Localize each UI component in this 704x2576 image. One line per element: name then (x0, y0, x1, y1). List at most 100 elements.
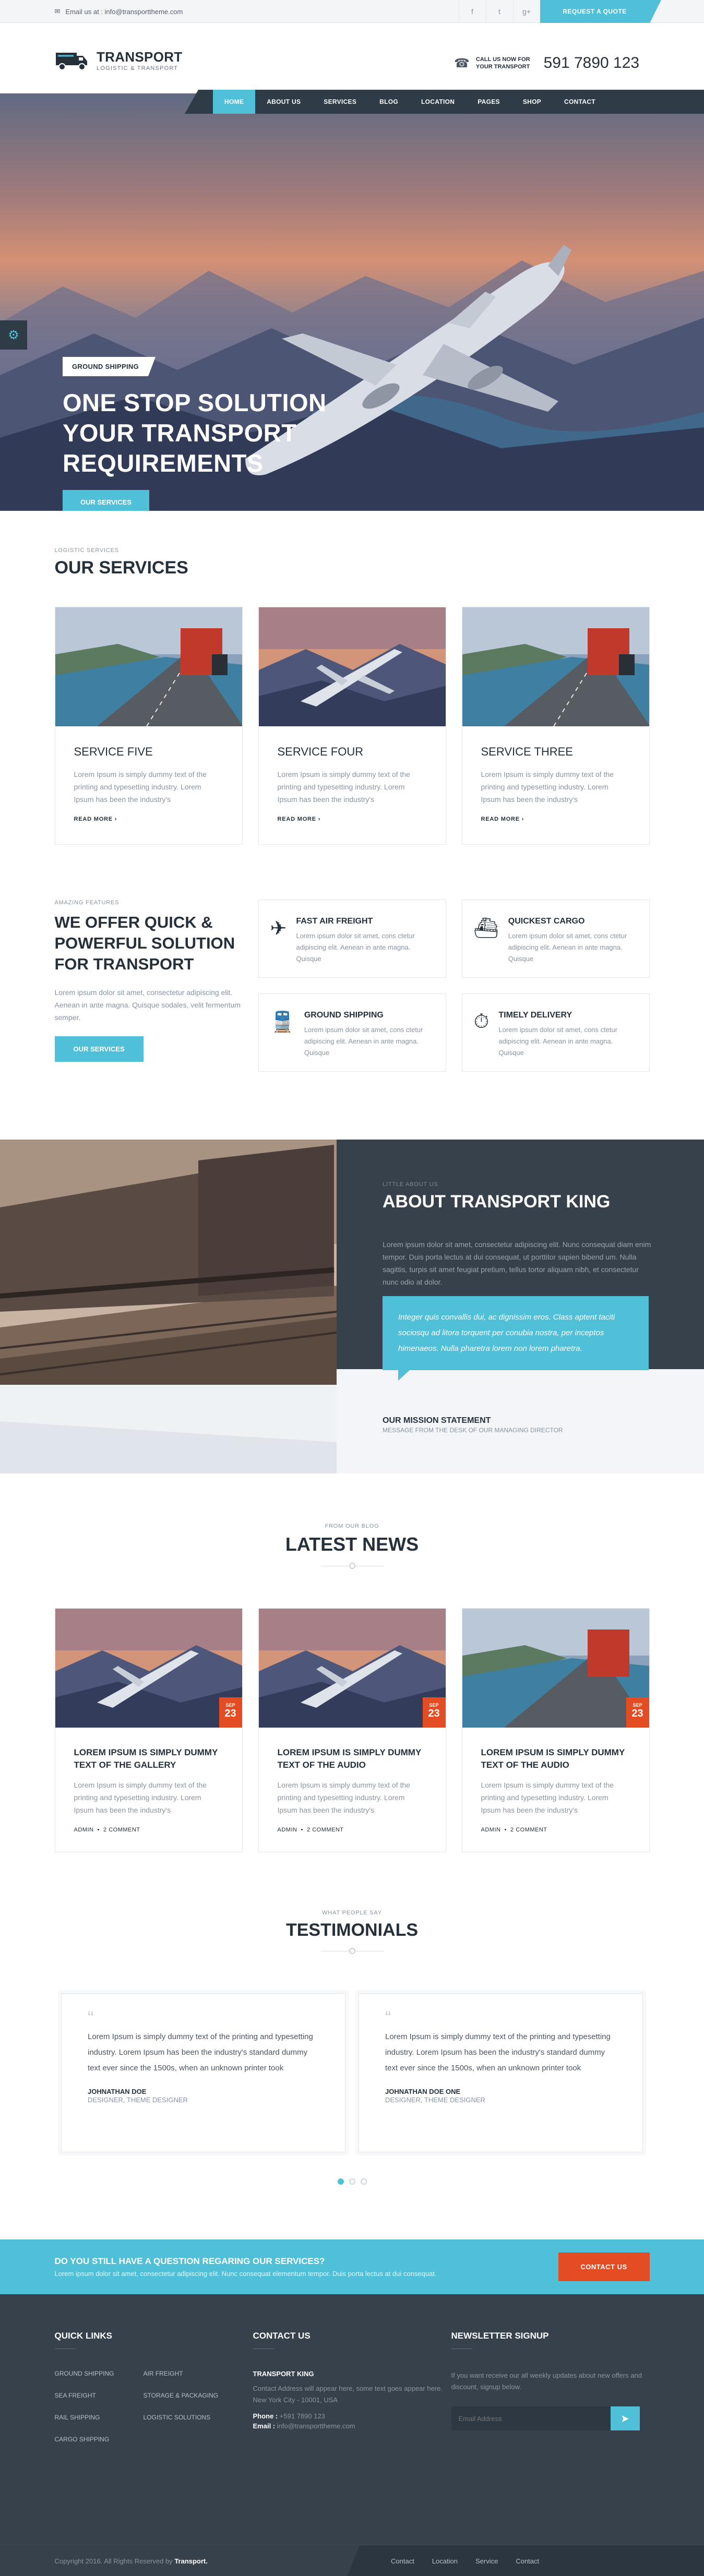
bottom-link[interactable]: Contact (516, 2557, 539, 2565)
twitter-icon[interactable]: t (485, 0, 513, 23)
section-title: LATEST NEWS (285, 1533, 419, 1555)
read-more-link[interactable]: READ MORE › (278, 816, 321, 822)
news-title[interactable]: LOREM IPSUM IS SIMPLY DUMMY TEXT OF THE … (481, 1746, 630, 1771)
news-text: Lorem Ipsum is simply dummy text of the … (481, 1781, 614, 1814)
section-subtitle: LOGISTIC SERVICES (54, 547, 119, 554)
email-value[interactable]: info@transporttheme.com (277, 2422, 355, 2430)
service-card[interactable]: SERVICE FOUR Lorem Ipsum is simply dummy… (258, 607, 446, 845)
nav-about[interactable]: ABOUT US (255, 90, 312, 114)
contact-email: Email : info@transporttheme.com (253, 2422, 451, 2430)
about-text: Lorem ipsum dolor sit amet, consectetur … (383, 1240, 651, 1286)
news-card[interactable]: SEP 23 LOREM IPSUM IS SIMPLY DUMMY TEXT O… (258, 1608, 446, 1852)
news-card[interactable]: SEP 23 LOREM IPSUM IS SIMPLY DUMMY TEXT O… (54, 1608, 243, 1852)
footer-link[interactable]: RAIL SHIPPING (55, 2414, 144, 2421)
request-quote-button[interactable]: REQUEST A QUOTE (540, 0, 661, 23)
carousel-dot[interactable] (360, 2178, 367, 2185)
nav-shop[interactable]: SHOP (511, 90, 553, 114)
news-author[interactable]: ADMIN (481, 1827, 501, 1833)
send-button[interactable]: ➤ (610, 2406, 640, 2430)
stopwatch-icon: ⏱ (473, 1011, 490, 1033)
newsletter-form: ➤ (451, 2406, 650, 2430)
social-links: f t g+ (458, 0, 540, 23)
carousel-dot[interactable] (349, 2178, 355, 2185)
bottom-link[interactable]: Service (475, 2557, 498, 2565)
topbar-email[interactable]: ✉ Email us at : info@transporttheme.com (55, 7, 459, 16)
hero-slider: ⚙ GROUND SHIPPING ONE STOP SOLUTION YOUR… (0, 93, 704, 511)
phone-number[interactable]: 591 7890 123 (544, 54, 640, 72)
newsletter-title: NEWSLETTER SIGNUP (451, 2331, 549, 2341)
contact-us-button[interactable]: CONTACT US (558, 2252, 650, 2281)
airplane-image (258, 607, 446, 726)
chevron-right-icon: › (114, 816, 117, 822)
company-address: Contact Address will appear here, some t… (253, 2385, 443, 2404)
nav-blog[interactable]: BLOG (368, 90, 410, 114)
mission-title: OUR MISSION STATEMENT (383, 1416, 491, 1425)
footer-link[interactable]: GROUND SHIPPING (55, 2370, 144, 2377)
date-day: 23 (224, 1708, 236, 1719)
footer-link[interactable]: AIR FREIGHT (144, 2370, 232, 2377)
phone-value[interactable]: +591 7890 123 (280, 2412, 325, 2420)
facebook-icon[interactable]: f (458, 0, 486, 23)
brand-tagline: LOGISTIC & TRANSPORT (97, 65, 178, 71)
news-title[interactable]: LOREM IPSUM IS SIMPLY DUMMY TEXT OF THE … (74, 1746, 223, 1771)
settings-gear-icon[interactable]: ⚙ (0, 320, 27, 350)
title-divider (320, 1948, 384, 1954)
newsletter-text: If you want receive our all weekly updat… (451, 2371, 642, 2391)
service-text: Lorem Ipsum is simply dummy text of the … (277, 770, 410, 804)
features-text: Lorem ipsum dolor sit amet, consectetur … (54, 988, 241, 1022)
section-subtitle: FROM OUR BLOG (325, 1523, 379, 1529)
truck-logo-icon (56, 52, 87, 70)
bottom-link[interactable]: Contact (391, 2557, 414, 2565)
news-card[interactable]: SEP 23 LOREM IPSUM IS SIMPLY DUMMY TEXT O… (461, 1608, 650, 1852)
news-text: Lorem Ipsum is simply dummy text of the … (74, 1781, 207, 1814)
feature-title: TIMELY DELIVERY (498, 1011, 572, 1020)
road-truck-image (462, 607, 649, 726)
service-card[interactable]: SERVICE FIVE Lorem Ipsum is simply dummy… (54, 607, 243, 845)
service-card[interactable]: SERVICE THREE Lorem Ipsum is simply dumm… (461, 607, 650, 845)
section-subtitle: LITTLE ABOUT US (383, 1181, 438, 1188)
news-comments[interactable]: 2 COMMENT (103, 1827, 140, 1833)
nav-services[interactable]: SERVICES (312, 90, 368, 114)
call-box: ☎ CALL US NOW FOR YOUR TRANSPORT 591 789… (454, 54, 639, 72)
footer: QUICK LINKS GROUND SHIPPING AIR FREIGHT … (0, 2294, 704, 2545)
nav-home[interactable]: HOME (213, 90, 256, 114)
news-comments[interactable]: 2 COMMENT (307, 1827, 344, 1833)
feature-text: Lorem ipsum dolor sit amet, cons ctetur … (304, 1026, 423, 1057)
read-more-link[interactable]: READ MORE › (74, 816, 117, 822)
footer-link[interactable]: LOGISTIC SOLUTIONS (144, 2414, 232, 2421)
news-author[interactable]: ADMIN (74, 1827, 94, 1833)
service-title: SERVICE FOUR (277, 745, 364, 758)
feature-text: Lorem ipsum dolor sit amet, cons ctetur … (296, 932, 415, 963)
nav-pages[interactable]: PAGES (466, 90, 511, 114)
testimonial-dots (55, 2178, 650, 2185)
news-author[interactable]: ADMIN (278, 1827, 297, 1833)
google-plus-icon[interactable]: g+ (512, 0, 540, 23)
plane-icon: ✈ (270, 918, 287, 940)
footer-link[interactable]: CARGO SHIPPING (55, 2436, 144, 2443)
testimonial-name: JOHNATHAN DOE ONE (385, 2088, 461, 2095)
about-section: LITTLE ABOUT US ABOUT TRANSPORT KING Lor… (0, 1140, 704, 1473)
phone-icon: ☎ (454, 56, 470, 70)
carousel-dot[interactable] (337, 2178, 344, 2185)
date-day: 23 (631, 1708, 643, 1719)
footer-link[interactable]: SEA FREIGHT (55, 2392, 144, 2399)
nav-contact[interactable]: CONTACT (553, 90, 607, 114)
read-more-link[interactable]: READ MORE › (481, 816, 524, 822)
service-title: SERVICE FIVE (74, 745, 153, 758)
features-services-button[interactable]: OUR SERVICES (54, 1036, 144, 1062)
news-title[interactable]: LOREM IPSUM IS SIMPLY DUMMY TEXT OF THE … (278, 1746, 427, 1771)
hero-services-button[interactable]: OUR SERVICES (63, 490, 150, 511)
copyright-brand[interactable]: Transport. (174, 2557, 208, 2565)
logo[interactable]: TRANSPORT LOGISTIC & TRANSPORT (55, 49, 182, 71)
testimonial-text: Lorem Ipsum is simply dummy text of the … (88, 2032, 313, 2072)
question-text: Lorem ipsum dolor sit amet, consectetur … (54, 2270, 437, 2278)
call-label-2: YOUR TRANSPORT (475, 64, 530, 70)
date-badge: SEP 23 (219, 1697, 242, 1728)
bottom-link[interactable]: Location (432, 2557, 458, 2565)
footer-link[interactable]: STORAGE & PACKAGING (144, 2392, 232, 2399)
newsletter-email-input[interactable] (451, 2406, 611, 2430)
question-title: DO YOU STILL HAVE A QUESTION REGARING OU… (54, 2256, 325, 2266)
nav-location[interactable]: LOCATION (410, 90, 466, 114)
train-image (0, 1140, 337, 1473)
news-comments[interactable]: 2 COMMENT (510, 1827, 547, 1833)
